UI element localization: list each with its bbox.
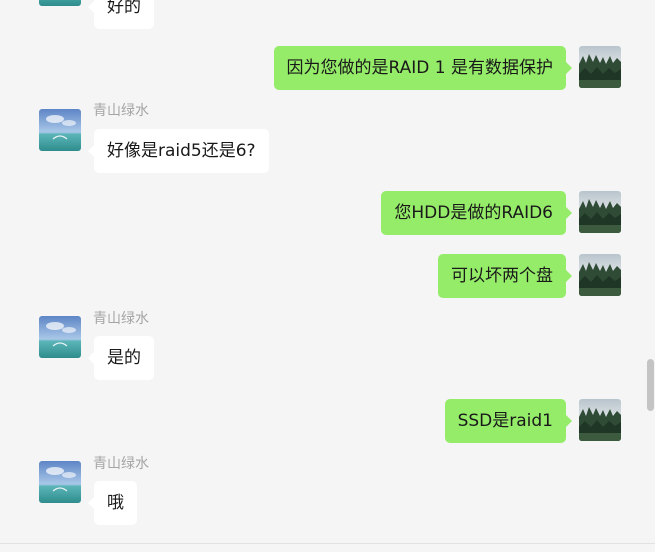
peer-avatar[interactable]	[39, 0, 81, 6]
self-message-bubble[interactable]: 可以坏两个盘	[438, 254, 572, 298]
message-text: 因为您做的是RAID 1 是有数据保护	[286, 58, 553, 78]
message-text: 可以坏两个盘	[451, 266, 553, 286]
peer-avatar[interactable]	[39, 109, 81, 151]
peer-avatar[interactable]	[39, 461, 81, 503]
peer-nickname: 青山绿水	[93, 103, 149, 119]
forest-landscape-avatar-icon	[579, 399, 621, 441]
sea-sky-avatar-icon	[39, 0, 81, 6]
self-message-bubble[interactable]: SSD是raid1	[444, 399, 573, 443]
message-text: 好像是raid5还是6?	[107, 141, 256, 161]
message-text: 是的	[107, 348, 141, 368]
forest-landscape-avatar-icon	[579, 191, 621, 233]
peer-message-bubble[interactable]: 哦	[88, 481, 137, 525]
peer-nickname: 青山绿水	[93, 456, 149, 472]
sea-sky-avatar-icon	[39, 109, 81, 151]
sea-sky-avatar-icon	[39, 316, 81, 358]
self-avatar[interactable]	[579, 191, 621, 233]
forest-landscape-avatar-icon	[579, 46, 621, 88]
sea-sky-avatar-icon	[39, 461, 81, 503]
scrollbar-thumb[interactable]	[647, 359, 654, 411]
self-message-bubble[interactable]: 因为您做的是RAID 1 是有数据保护	[273, 46, 573, 90]
message-text: 您HDD是做的RAID6	[394, 203, 553, 223]
forest-landscape-avatar-icon	[579, 254, 621, 296]
self-avatar[interactable]	[579, 254, 621, 296]
peer-avatar[interactable]	[39, 316, 81, 358]
message-text: SSD是raid1	[457, 411, 553, 431]
divider	[0, 543, 655, 544]
peer-nickname: 青山绿水	[93, 311, 149, 327]
self-avatar[interactable]	[579, 399, 621, 441]
self-message-bubble[interactable]: 您HDD是做的RAID6	[381, 191, 572, 235]
peer-message-bubble[interactable]: 是的	[88, 336, 154, 380]
chat-message-list[interactable]: 好的 因为您做的是RAID 1 是有数据保护 青山绿水 好像是raid5还是6?…	[0, 0, 655, 552]
peer-message-bubble[interactable]: 好的	[88, 0, 154, 29]
message-text: 好的	[107, 0, 141, 17]
peer-message-bubble[interactable]: 好像是raid5还是6?	[88, 129, 269, 173]
message-text: 哦	[107, 493, 124, 513]
self-avatar[interactable]	[579, 46, 621, 88]
